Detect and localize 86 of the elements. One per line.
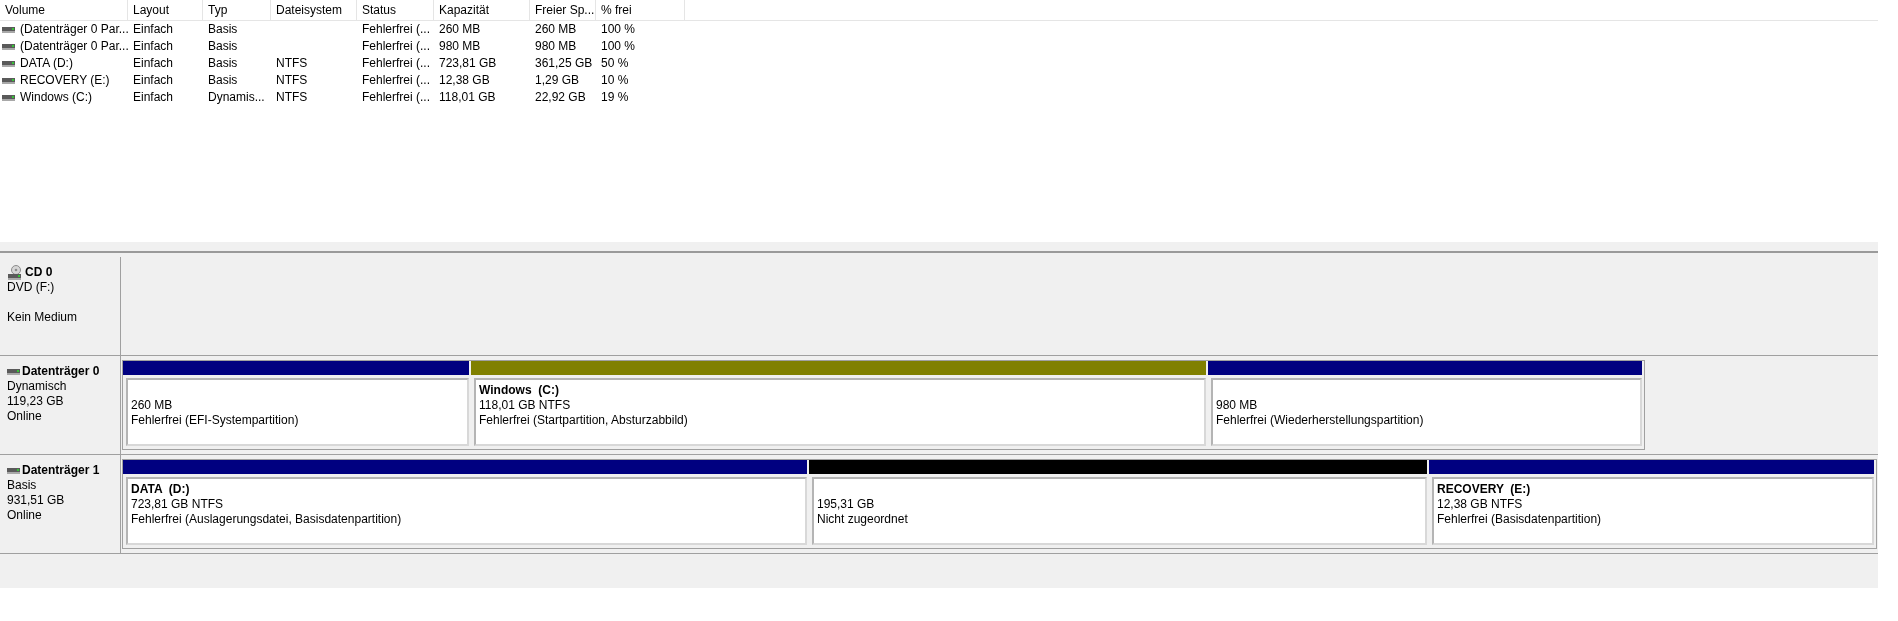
partition-status: Fehlerfrei (Wiederherstellungspartition) bbox=[1216, 413, 1425, 428]
volume-name: DATA (D:) bbox=[20, 55, 73, 72]
disk-type: Basis bbox=[7, 478, 38, 493]
table-cell-text: 980 MB bbox=[534, 38, 578, 55]
table-cell-text: 100 % bbox=[600, 21, 637, 38]
drive-icon bbox=[2, 60, 15, 67]
table-cell-text: Basis bbox=[207, 38, 239, 55]
drive-icon bbox=[2, 77, 15, 84]
table-cell-text: Fehlerfrei (... bbox=[361, 21, 431, 38]
disk-status: Online bbox=[7, 409, 43, 424]
column-header[interactable]: Freier Sp... bbox=[530, 0, 596, 20]
table-cell-text: 361,25 GB bbox=[534, 55, 594, 72]
table-cell-text: Einfach bbox=[132, 38, 175, 55]
disk-status: Online bbox=[7, 508, 43, 523]
table-cell-text: 1,29 GB bbox=[534, 72, 581, 89]
column-header[interactable]: Volume bbox=[0, 0, 128, 20]
drive-icon bbox=[2, 26, 15, 33]
table-cell-text: NTFS bbox=[275, 72, 309, 89]
table-cell-text: Basis bbox=[207, 21, 239, 38]
partition-size: 195,31 GB bbox=[817, 497, 876, 512]
partition-status: Fehlerfrei (Startpartition, Absturzabbild) bbox=[479, 413, 689, 428]
table-cell-text: Basis bbox=[207, 55, 239, 72]
column-header[interactable]: Kapazität bbox=[434, 0, 530, 20]
table-cell-text: 19 % bbox=[600, 89, 630, 106]
partition-panel[interactable]: RECOVERY (E:) 12,38 GB NTFS Fehlerfrei (Basisdatenpartition) bbox=[1432, 477, 1874, 545]
partition-size: 980 MB bbox=[1216, 398, 1259, 413]
table-cell-text: 22,92 GB bbox=[534, 89, 587, 106]
partition-size: 118,01 GB NTFS bbox=[479, 398, 572, 413]
partition-panel[interactable]: DATA (D:) 723,81 GB NTFS Fehlerfrei (Auslagerungsdatei, Basisdatenpartition) bbox=[126, 477, 807, 545]
column-header[interactable]: % frei bbox=[596, 0, 685, 20]
drive-icon bbox=[2, 94, 15, 101]
disk-type: DVD (F:) bbox=[7, 280, 56, 295]
drive-icon bbox=[7, 368, 20, 375]
disk-status: Kein Medium bbox=[7, 310, 79, 325]
table-cell-text: NTFS bbox=[275, 89, 309, 106]
disk-name: Datenträger 1 bbox=[22, 463, 100, 478]
table-cell-text: 118,01 GB bbox=[438, 89, 497, 106]
disk-name: Datenträger 0 bbox=[22, 364, 100, 379]
table-cell-text: 100 % bbox=[600, 38, 637, 55]
partition-status: Nicht zugeordnet bbox=[817, 512, 909, 527]
table-cell-text: 12,38 GB bbox=[438, 72, 491, 89]
partition-panel[interactable]: 260 MB Fehlerfrei (EFI-Systempartition) bbox=[126, 378, 469, 446]
partition-size: 12,38 GB NTFS bbox=[1437, 497, 1524, 512]
disk-type: Dynamisch bbox=[7, 379, 68, 394]
table-cell-text: Fehlerfrei (... bbox=[361, 55, 431, 72]
cd-drive-icon bbox=[7, 265, 23, 280]
volume-name: (Datenträger 0 Par... bbox=[20, 38, 129, 55]
column-header[interactable]: Dateisystem bbox=[271, 0, 357, 20]
table-cell-text: Einfach bbox=[132, 55, 175, 72]
table-cell-text: Einfach bbox=[132, 21, 175, 38]
table-cell-text: Basis bbox=[207, 72, 239, 89]
partition-panel[interactable]: Windows (C:) 118,01 GB NTFS Fehlerfrei (Startpartition, Absturzabbild) bbox=[474, 378, 1206, 446]
partition-size: 260 MB bbox=[131, 398, 174, 413]
drive-icon bbox=[2, 43, 15, 50]
table-cell-text: 723,81 GB bbox=[438, 55, 498, 72]
partition-panel[interactable]: 980 MB Fehlerfrei (Wiederherstellungspartition) bbox=[1211, 378, 1642, 446]
volume-name: RECOVERY (E:) bbox=[20, 72, 110, 89]
table-cell-text: 980 MB bbox=[438, 38, 482, 55]
partition-panel[interactable]: 195,31 GB Nicht zugeordnet bbox=[812, 477, 1427, 545]
column-header[interactable]: Layout bbox=[128, 0, 203, 20]
volume-name: Windows (C:) bbox=[20, 89, 92, 106]
table-cell-text: 260 MB bbox=[438, 21, 482, 38]
partition-name: DATA (D:) bbox=[131, 482, 191, 497]
table-cell-text: Fehlerfrei (... bbox=[361, 89, 431, 106]
table-cell-text: Einfach bbox=[132, 72, 175, 89]
partition-status: Fehlerfrei (Auslagerungsdatei, Basisdatenpartition) bbox=[131, 512, 403, 527]
table-cell-text: Fehlerfrei (... bbox=[361, 72, 431, 89]
table-cell-text: Dynamis... bbox=[207, 89, 266, 106]
partition-status: Fehlerfrei (EFI-Systempartition) bbox=[131, 413, 300, 428]
partition-name: Windows (C:) bbox=[479, 383, 560, 398]
partition-status: Fehlerfrei (Basisdatenpartition) bbox=[1437, 512, 1603, 527]
disk-name: CD 0 bbox=[25, 265, 53, 280]
table-cell-text: 260 MB bbox=[534, 21, 578, 38]
volume-name: (Datenträger 0 Par... bbox=[20, 21, 129, 38]
table-cell-text: Einfach bbox=[132, 89, 175, 106]
partition-size: 723,81 GB NTFS bbox=[131, 497, 225, 512]
disk-size: 931,51 GB bbox=[7, 493, 66, 508]
column-header[interactable]: Status bbox=[357, 0, 434, 20]
table-cell-text: 50 % bbox=[600, 55, 630, 72]
column-header[interactable]: Typ bbox=[203, 0, 271, 20]
table-cell-text: 10 % bbox=[600, 72, 630, 89]
table-cell-text: NTFS bbox=[275, 55, 309, 72]
partition-name: RECOVERY (E:) bbox=[1437, 482, 1532, 497]
drive-icon bbox=[7, 467, 20, 474]
disk-size: 119,23 GB bbox=[7, 394, 65, 409]
table-cell-text: Fehlerfrei (... bbox=[361, 38, 431, 55]
